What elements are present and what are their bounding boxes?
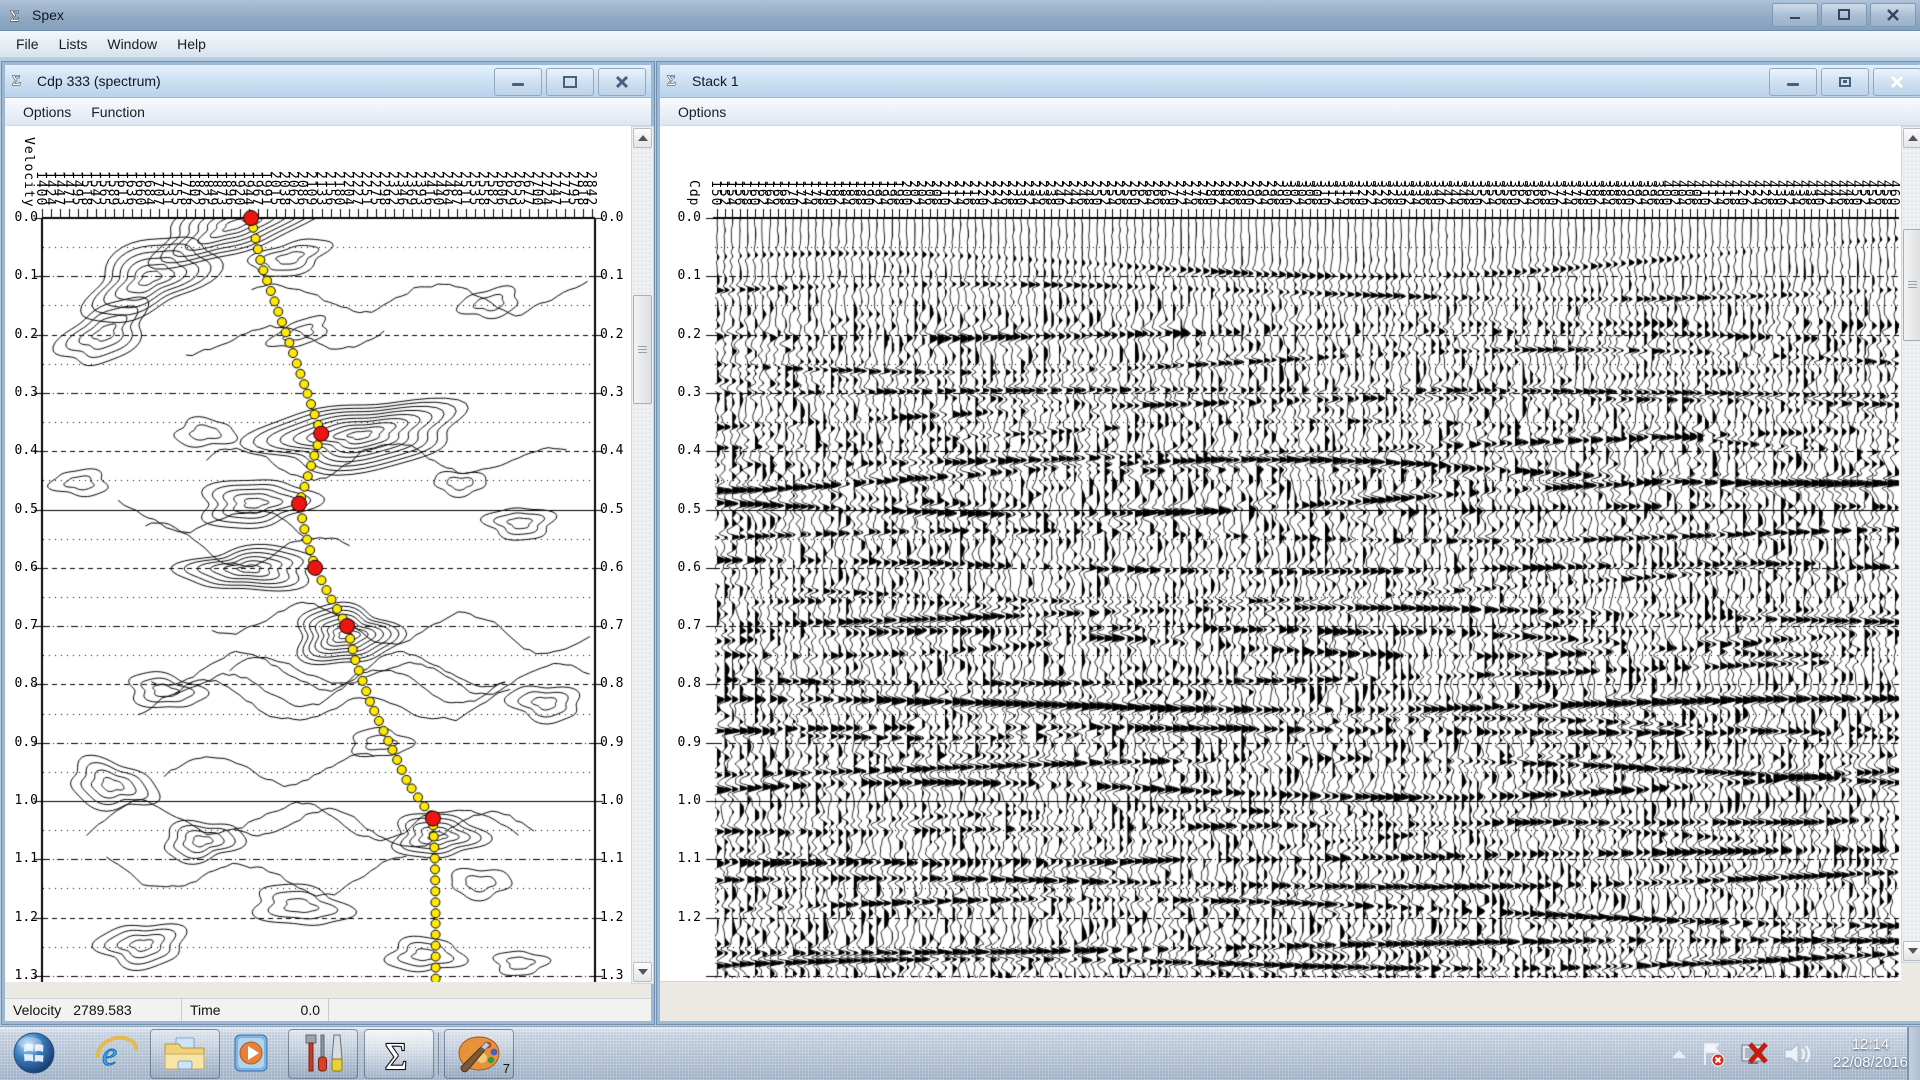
menu-item-window[interactable]: Window — [97, 33, 167, 55]
stack-scroll-up-arrow[interactable] — [1903, 128, 1920, 148]
spectrum-minimize-button[interactable] — [494, 68, 542, 96]
spectrum-status-bar: Velocity 2789.583 Time 0.0 — [5, 998, 651, 1021]
spectrum-scroll-down-arrow[interactable] — [633, 962, 652, 982]
spectrum-close-button[interactable] — [598, 68, 646, 96]
paint-app-button[interactable]: 7 — [444, 1029, 514, 1079]
internet-explorer-icon[interactable]: e — [92, 1029, 140, 1077]
stack-vertical-scrollbar[interactable] — [1901, 126, 1920, 963]
clock[interactable]: 12:14 22/08/2016 — [1833, 1036, 1908, 1072]
menu-item-options[interactable]: Options — [668, 101, 736, 123]
seismic-stack-canvas[interactable] — [660, 126, 1901, 982]
menu-item-help[interactable]: Help — [167, 33, 216, 55]
stack-plot-area: Cdp1501521541561581601621641661681701721… — [660, 126, 1901, 982]
stack-restore-button[interactable] — [1821, 68, 1869, 96]
taskbar: e — [0, 1026, 1920, 1080]
paint-badge-count: 7 — [503, 1061, 510, 1076]
stack-close-button[interactable] — [1873, 68, 1920, 96]
spectrum-window-title: Cdp 333 (spectrum) — [37, 73, 161, 89]
svg-text:Σ: Σ — [667, 73, 676, 88]
stack-titlebar[interactable]: Σ Stack 1 — [660, 65, 1920, 98]
spectrum-scroll-thumb[interactable] — [633, 295, 652, 404]
svg-text:Σ: Σ — [10, 8, 19, 25]
svg-text:Σ: Σ — [385, 1036, 407, 1075]
stack-scroll-thumb[interactable] — [1903, 229, 1920, 341]
stack-menubar: Options — [660, 98, 1920, 126]
clock-time: 12:14 — [1833, 1036, 1908, 1054]
status-time-value: 0.0 — [301, 1002, 320, 1018]
svg-text:Σ: Σ — [12, 73, 21, 88]
windows-media-player-icon[interactable] — [228, 1029, 276, 1077]
status-velocity-value: 2789.583 — [73, 1002, 131, 1018]
stack-scroll-down-arrow[interactable] — [1903, 941, 1920, 961]
system-tray: 12:14 22/08/2016 — [1665, 1027, 1908, 1080]
spex-taskbar-button[interactable]: Σ — [364, 1029, 434, 1079]
menu-item-file[interactable]: File — [6, 33, 49, 55]
main-window-title: Spex — [32, 7, 64, 23]
taskbar-divider — [438, 1033, 439, 1075]
menu-item-options[interactable]: Options — [13, 101, 81, 123]
status-velocity-label: Velocity — [13, 1002, 61, 1018]
main-menubar: FileListsWindowHelp — [0, 31, 1920, 58]
show-desktop-button[interactable] — [1907, 1027, 1920, 1080]
clock-date: 22/08/2016 — [1833, 1054, 1908, 1072]
spectrum-titlebar[interactable]: Σ Cdp 333 (spectrum) — [5, 65, 651, 98]
app-sigma-icon: Σ — [8, 5, 28, 30]
status-time-label: Time — [190, 1002, 221, 1018]
spectrum-plot-area: Velocity14001424144714711495151815421565… — [5, 126, 631, 982]
hidden-icons-arrow[interactable] — [1672, 1050, 1686, 1058]
action-center-error-icon[interactable] — [1700, 1041, 1726, 1067]
main-minimize-button[interactable] — [1772, 3, 1818, 27]
menu-item-lists[interactable]: Lists — [49, 33, 98, 55]
stack-window-title: Stack 1 — [692, 73, 739, 89]
spectrum-maximize-button[interactable] — [546, 68, 594, 96]
windows-explorer-button[interactable] — [150, 1029, 220, 1079]
spectrum-vertical-scrollbar[interactable] — [631, 126, 654, 984]
speaker-icon[interactable] — [1782, 1041, 1812, 1067]
spectrum-window: Σ Cdp 333 (spectrum) OptionsFunction Vel… — [2, 62, 654, 1024]
desktop: Σ Spex FileListsWindowHelp Σ Cdp 333 (sp… — [0, 0, 1920, 1080]
spectrum-scroll-up-arrow[interactable] — [633, 128, 652, 148]
main-titlebar[interactable]: Σ Spex — [0, 0, 1920, 31]
main-maximize-button[interactable] — [1821, 3, 1867, 27]
stack-horizontal-scrollbar[interactable] — [660, 981, 1901, 982]
stack-sigma-icon: Σ — [666, 70, 684, 93]
stack-minimize-button[interactable] — [1769, 68, 1817, 96]
tools-app-button[interactable] — [288, 1029, 358, 1079]
main-close-button[interactable] — [1870, 3, 1916, 27]
stack-window: Σ Stack 1 Options Cdp1501521541561581601… — [657, 62, 1920, 1024]
start-button[interactable] — [10, 1029, 58, 1077]
menu-item-function[interactable]: Function — [81, 101, 155, 123]
spectrum-menubar: OptionsFunction — [5, 98, 651, 126]
velocity-spectrum-canvas[interactable] — [5, 126, 631, 982]
spectrum-sigma-icon: Σ — [11, 70, 29, 93]
display-error-icon[interactable] — [1740, 1041, 1768, 1067]
